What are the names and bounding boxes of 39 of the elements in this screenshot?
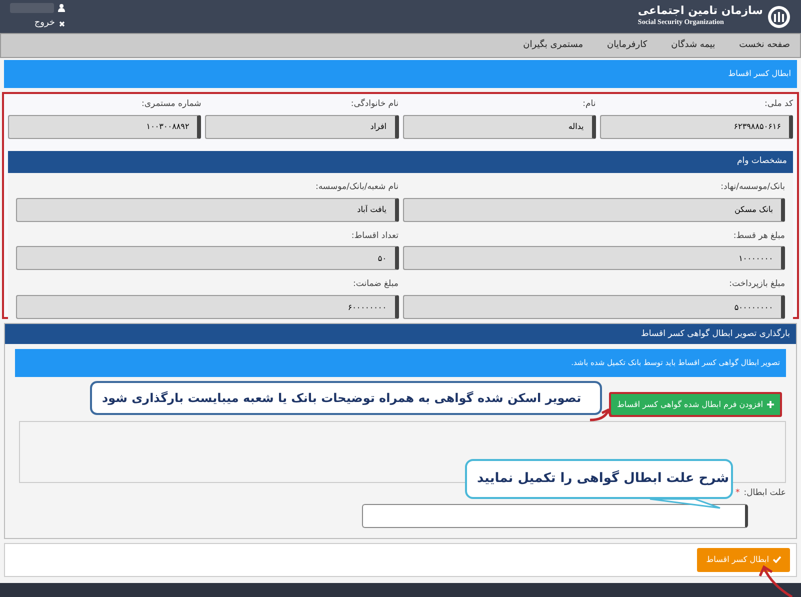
input-field[interactable]: بانک مسکن (402, 198, 785, 222)
field-label: نام: (582, 98, 596, 111)
user-icon (58, 4, 65, 12)
logout-link[interactable]: خروج (34, 16, 65, 30)
field-label: نام خانوادگی: (350, 98, 398, 111)
input-field[interactable]: یداله (402, 114, 596, 139)
field-label: مبلغ بازپرداخت: (728, 278, 785, 291)
page-title: ابطال کسر اقساط (728, 68, 791, 80)
field-label: مبلغ هر قسط: (732, 230, 785, 242)
field-label: کد ملی: (763, 98, 793, 111)
field-label: علت ابطال: (744, 487, 786, 500)
input-field[interactable]: ۶۲۳۹۸۸۵۰۶۱۶ (600, 114, 793, 139)
redaction-block (10, 2, 54, 13)
section-title: مشخصات وام (736, 155, 787, 168)
plus-icon (767, 401, 774, 408)
nav-link[interactable]: مستمری بگیران (523, 38, 584, 52)
input-field[interactable]: ۵۰ (16, 246, 398, 270)
logo-title: سازمان تامین اجتماعی (638, 5, 763, 18)
input-field[interactable]: ۵۰۰۰۰۰۰۰۰ (402, 295, 785, 319)
nav-link[interactable]: بیمه شدگان (671, 38, 716, 52)
input-field[interactable]: ۱۰۰۳۰۰۸۸۹۲ (8, 114, 202, 139)
close-icon (59, 20, 65, 26)
field-label: نام شعبه/بانک/موسسه: (314, 180, 398, 194)
input-field[interactable]: ۱۰۰۰۰۰۰۰ (402, 246, 785, 270)
input-field[interactable]: ۶۰۰۰۰۰۰۰۰ (16, 295, 398, 319)
nav-link[interactable]: صفحه نخست (739, 38, 790, 52)
field-label: مبلغ ضمانت: (352, 278, 398, 291)
nav-link[interactable]: کارفرمایان (607, 38, 648, 52)
field-label: شماره مستمری: (140, 98, 202, 111)
required-mark: * (735, 487, 740, 500)
arrow (590, 408, 612, 422)
callout: تصویر اسکن شده گواهی به همراه توضیحات بانک یا شعبه میبایست بارگذاری شود (90, 381, 602, 415)
arrow (758, 565, 793, 597)
section-title: بارگذاری تصویر ابطال گواهی کسر اقساط (641, 328, 790, 340)
field-label: تعداد اقساط: (350, 230, 398, 242)
check-icon (773, 556, 781, 564)
input-field[interactable]: افراد (205, 114, 398, 139)
field-label: بانک/موسسه/نهاد: (720, 180, 785, 194)
emblem-icon (767, 4, 791, 28)
